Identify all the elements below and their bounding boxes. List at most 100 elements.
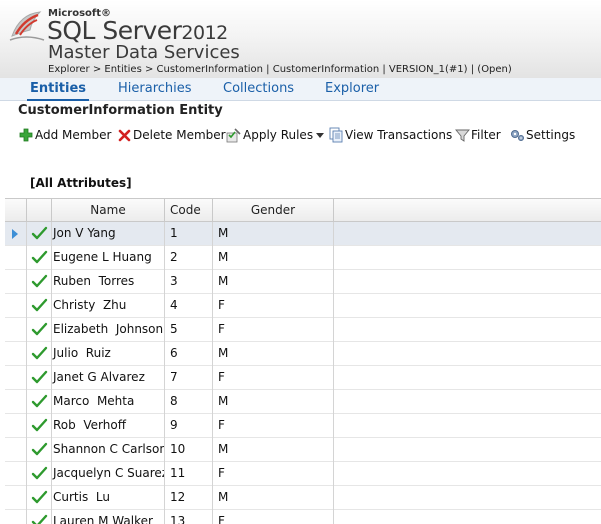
column-header-code[interactable]: Code xyxy=(165,199,213,221)
name-cell[interactable]: Rob Verhoff xyxy=(52,414,165,438)
row-indicator-cell xyxy=(5,270,27,294)
valid-check-icon xyxy=(31,418,48,432)
valid-check-icon xyxy=(31,226,48,240)
gender-cell[interactable]: M xyxy=(213,342,334,366)
row-indicator-cell xyxy=(5,294,27,318)
table-row[interactable]: Curtis Lu 12 M xyxy=(5,486,601,510)
gender-cell[interactable]: F xyxy=(213,366,334,390)
code-cell[interactable]: 1 xyxy=(165,222,213,246)
gender-cell[interactable]: F xyxy=(213,414,334,438)
code-cell[interactable]: 7 xyxy=(165,366,213,390)
gender-cell[interactable]: M xyxy=(213,486,334,510)
row-indicator-cell xyxy=(5,366,27,390)
table-row[interactable]: Rob Verhoff 9 F xyxy=(5,414,601,438)
delete-member-button[interactable]: Delete Member xyxy=(116,126,226,144)
gender-cell[interactable]: F xyxy=(213,510,334,524)
gender-cell[interactable]: M xyxy=(213,390,334,414)
valid-check-icon xyxy=(31,466,48,480)
filter-button[interactable]: Filter xyxy=(454,126,501,144)
attributes-view-label[interactable]: [All Attributes] xyxy=(30,176,132,190)
add-icon xyxy=(18,127,34,143)
table-row[interactable]: Shannon C Carlson 10 M xyxy=(5,438,601,462)
table-row[interactable]: Jon V Yang 1 M xyxy=(5,222,601,246)
nav-collections[interactable]: Collections xyxy=(223,81,294,96)
validation-status-cell xyxy=(27,366,52,390)
code-cell[interactable]: 9 xyxy=(165,414,213,438)
nav-hierarchies[interactable]: Hierarchies xyxy=(118,81,192,96)
validation-status-cell xyxy=(27,486,52,510)
validation-status-cell xyxy=(27,246,52,270)
settings-label: Settings xyxy=(526,128,576,142)
table-row[interactable]: Marco Mehta 8 M xyxy=(5,390,601,414)
current-row-arrow-icon xyxy=(12,229,18,239)
transactions-icon xyxy=(328,127,344,143)
view-transactions-button[interactable]: View Transactions xyxy=(328,126,452,144)
name-cell[interactable]: Elizabeth Johnson xyxy=(52,318,165,342)
validation-status-cell xyxy=(27,222,52,246)
code-cell[interactable]: 3 xyxy=(165,270,213,294)
code-cell[interactable]: 4 xyxy=(165,294,213,318)
validation-status-cell xyxy=(27,462,52,486)
column-header-name[interactable]: Name xyxy=(52,199,165,221)
chevron-down-icon[interactable] xyxy=(316,132,325,138)
settings-button[interactable]: Settings xyxy=(509,126,575,144)
name-cell[interactable]: Curtis Lu xyxy=(52,486,165,510)
row-indicator-cell xyxy=(5,222,27,246)
gender-cell[interactable]: F xyxy=(213,462,334,486)
code-cell[interactable]: 10 xyxy=(165,438,213,462)
gear-icon xyxy=(509,127,525,143)
name-cell[interactable]: Ruben Torres xyxy=(52,270,165,294)
nav-explorer[interactable]: Explorer xyxy=(325,81,379,96)
gender-cell[interactable]: M xyxy=(213,438,334,462)
code-cell[interactable]: 12 xyxy=(165,486,213,510)
validation-status-cell xyxy=(27,414,52,438)
row-indicator-cell xyxy=(5,462,27,486)
gender-cell[interactable]: M xyxy=(213,270,334,294)
product-subtitle: Master Data Services xyxy=(48,42,240,63)
name-cell[interactable]: Marco Mehta xyxy=(52,390,165,414)
column-header-gender[interactable]: Gender xyxy=(213,199,334,221)
apply-rules-button[interactable]: Apply Rules xyxy=(226,126,325,144)
name-cell[interactable]: Jon V Yang xyxy=(52,222,165,246)
name-cell[interactable]: Jacquelyn C Suarez xyxy=(52,462,165,486)
add-member-label: Add Member xyxy=(35,128,112,142)
code-cell[interactable]: 5 xyxy=(165,318,213,342)
gender-cell[interactable]: M xyxy=(213,222,334,246)
product-label: SQL Server xyxy=(47,16,182,45)
main-nav: Entities Hierarchies Collections Explore… xyxy=(0,78,601,101)
row-indicator-cell xyxy=(5,246,27,270)
name-cell[interactable]: Janet G Alvarez xyxy=(52,366,165,390)
table-row[interactable]: Julio Ruiz 6 M xyxy=(5,342,601,366)
valid-check-icon xyxy=(31,514,48,524)
name-cell[interactable]: Shannon C Carlson xyxy=(52,438,165,462)
table-row[interactable]: Elizabeth Johnson 5 F xyxy=(5,318,601,342)
nav-entities[interactable]: Entities xyxy=(26,81,90,101)
sql-server-logo-icon xyxy=(9,11,45,41)
code-cell[interactable]: 8 xyxy=(165,390,213,414)
gender-cell[interactable]: F xyxy=(213,294,334,318)
code-cell[interactable]: 13 xyxy=(165,510,213,524)
row-indicator-cell xyxy=(5,342,27,366)
name-cell[interactable]: Julio Ruiz xyxy=(52,342,165,366)
name-cell[interactable]: Lauren M Walker xyxy=(52,510,165,524)
valid-check-icon xyxy=(31,442,48,456)
add-member-button[interactable]: Add Member xyxy=(18,126,111,144)
valid-check-icon xyxy=(31,322,48,336)
code-cell[interactable]: 2 xyxy=(165,246,213,270)
name-cell[interactable]: Eugene L Huang xyxy=(52,246,165,270)
table-row[interactable]: Christy Zhu 4 F xyxy=(5,294,601,318)
code-cell[interactable]: 11 xyxy=(165,462,213,486)
grid-rows: Jon V Yang 1 M Eugene L Huang 2 M Ruben Torres… xyxy=(5,222,601,524)
row-indicator-cell xyxy=(5,438,27,462)
table-row[interactable]: Jacquelyn C Suarez 11 F xyxy=(5,462,601,486)
validation-status-cell xyxy=(27,318,52,342)
valid-check-icon xyxy=(31,394,48,408)
code-cell[interactable]: 6 xyxy=(165,342,213,366)
name-cell[interactable]: Christy Zhu xyxy=(52,294,165,318)
gender-cell[interactable]: M xyxy=(213,246,334,270)
table-row[interactable]: Ruben Torres 3 M xyxy=(5,270,601,294)
gender-cell[interactable]: F xyxy=(213,318,334,342)
table-row[interactable]: Eugene L Huang 2 M xyxy=(5,246,601,270)
table-row[interactable]: Lauren M Walker 13 F xyxy=(5,510,601,524)
table-row[interactable]: Janet G Alvarez 7 F xyxy=(5,366,601,390)
